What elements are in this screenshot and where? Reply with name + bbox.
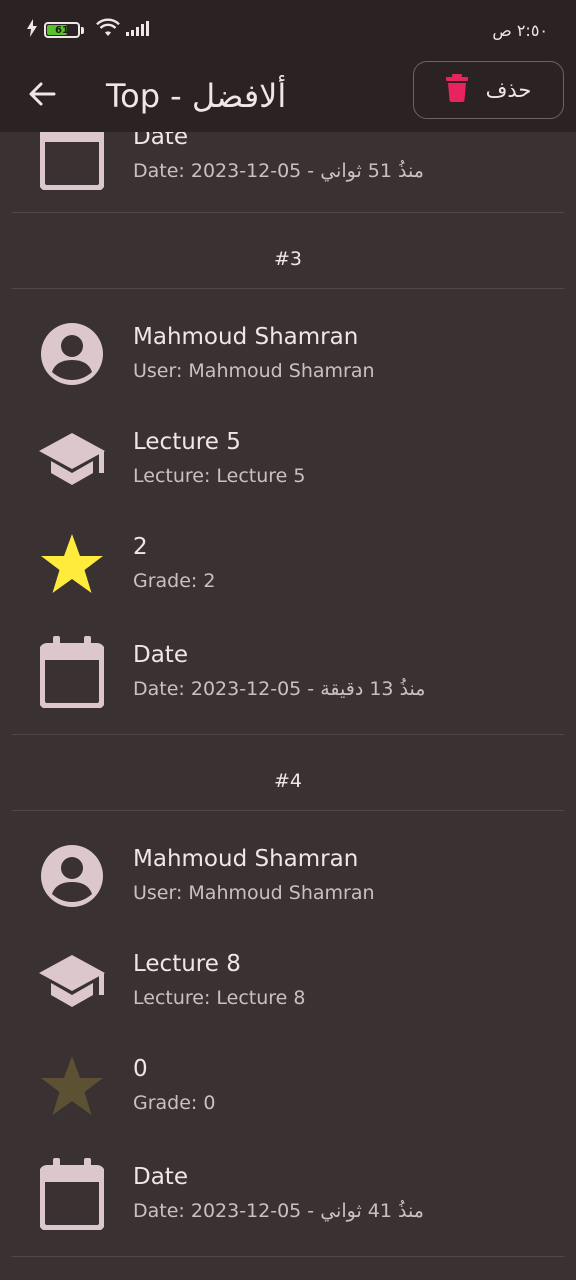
charging-icon <box>26 19 38 41</box>
user-subtitle: User: Mahmoud Shamran <box>133 360 375 382</box>
delete-label: حذف <box>485 78 532 102</box>
star-icon <box>36 1050 108 1122</box>
divider <box>12 734 564 735</box>
page-title: Top - ألافضل <box>106 77 287 115</box>
rank-header: #3 <box>273 248 302 270</box>
divider <box>12 212 564 213</box>
date-subtitle: Date: 2023-12-05 - منذُ 51 ثواني <box>133 160 424 182</box>
battery-level: 61 <box>55 24 69 36</box>
lecture-name: Lecture 5 <box>133 429 241 455</box>
grade-subtitle: Grade: 2 <box>133 570 216 592</box>
grade-row: 0 Grade: 0 <box>0 1034 576 1138</box>
star-icon <box>36 528 108 600</box>
status-icons: 61 <box>26 18 152 42</box>
date-title: Date <box>133 1164 188 1190</box>
lecture-name: Lecture 8 <box>133 951 241 977</box>
grade-value: 2 <box>133 534 148 560</box>
school-icon <box>36 423 108 495</box>
account-circle-icon <box>36 840 108 912</box>
user-row: Mahmoud Shamran User: Mahmoud Shamran <box>0 302 576 406</box>
status-bar: 61 ٢:٥٠ ص <box>0 0 576 60</box>
wifi-icon <box>96 18 120 42</box>
app-bar: Top - ألافضل حذف <box>0 60 576 132</box>
date-row: Date Date: 2023-12-05 - منذُ 13 دقيقة <box>0 620 576 724</box>
account-circle-icon <box>36 318 108 390</box>
user-row: Mahmoud Shamran User: Mahmoud Shamran <box>0 824 576 928</box>
calendar-icon <box>36 1158 108 1230</box>
user-name: Mahmoud Shamran <box>133 846 359 872</box>
user-subtitle: User: Mahmoud Shamran <box>133 882 375 904</box>
divider <box>12 810 564 811</box>
arrow-back-icon <box>28 80 56 112</box>
divider <box>12 1256 564 1257</box>
divider <box>12 288 564 289</box>
delete-button[interactable]: حذف <box>413 61 564 119</box>
rank-header: #4 <box>273 770 302 792</box>
top-list[interactable]: Date Date: 2023-12-05 - منذُ 51 ثواني #3… <box>0 0 576 1280</box>
lecture-subtitle: Lecture: Lecture 8 <box>133 987 306 1009</box>
grade-value: 0 <box>133 1056 148 1082</box>
grade-row: 2 Grade: 2 <box>0 512 576 616</box>
user-name: Mahmoud Shamran <box>133 324 359 350</box>
date-subtitle: Date: 2023-12-05 - منذُ 13 دقيقة <box>133 678 426 700</box>
date-subtitle: Date: 2023-12-05 - منذُ 41 ثواني <box>133 1200 424 1222</box>
battery-icon: 61 <box>44 22 80 38</box>
school-icon <box>36 945 108 1017</box>
grade-subtitle: Grade: 0 <box>133 1092 216 1114</box>
battery-tip <box>81 26 84 34</box>
lecture-row: Lecture 8 Lecture: Lecture 8 <box>0 929 576 1033</box>
date-title: Date <box>133 642 188 668</box>
signal-icon <box>126 20 152 40</box>
calendar-icon <box>36 636 108 708</box>
lecture-subtitle: Lecture: Lecture 5 <box>133 465 306 487</box>
back-button[interactable] <box>14 68 70 124</box>
status-clock: ٢:٥٠ ص <box>492 20 548 40</box>
lecture-row: Lecture 5 Lecture: Lecture 5 <box>0 407 576 511</box>
date-row: Date Date: 2023-12-05 - منذُ 41 ثواني <box>0 1142 576 1246</box>
trash-icon <box>445 74 468 106</box>
